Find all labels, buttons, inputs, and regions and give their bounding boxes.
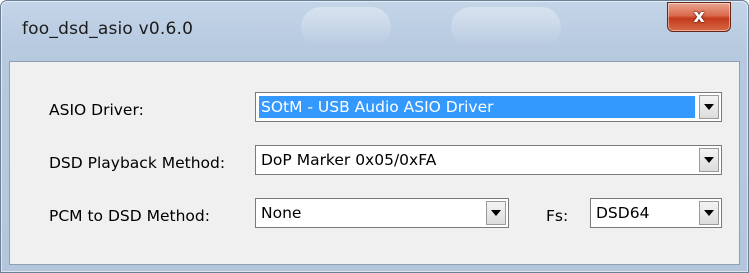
asio-driver-dropdown-button[interactable] xyxy=(699,95,719,119)
chevron-down-icon xyxy=(704,157,714,163)
close-icon: x xyxy=(693,6,705,27)
dsd-playback-method-select[interactable]: DoP Marker 0x05/0xFA xyxy=(255,145,722,175)
fs-dropdown-button[interactable] xyxy=(699,201,719,225)
pcm-to-dsd-method-label: PCM to DSD Method: xyxy=(49,207,210,225)
chevron-down-icon xyxy=(491,210,501,216)
dsd-playback-method-dropdown-button[interactable] xyxy=(699,148,719,172)
chevron-down-icon xyxy=(704,104,714,110)
dsd-playback-method-value: DoP Marker 0x05/0xFA xyxy=(261,151,437,169)
pcm-to-dsd-method-dropdown-button[interactable] xyxy=(486,201,506,225)
title-bar-glass xyxy=(301,7,391,47)
asio-driver-label: ASIO Driver: xyxy=(49,101,144,119)
title-bar-glass xyxy=(451,7,561,47)
asio-driver-select[interactable]: SOtM - USB Audio ASIO Driver xyxy=(255,92,722,122)
window-title: foo_dsd_asio v0.6.0 xyxy=(22,19,194,39)
dsd-playback-method-label: DSD Playback Method: xyxy=(49,154,226,172)
fs-label: Fs: xyxy=(546,207,569,225)
fs-select[interactable]: DSD64 xyxy=(590,198,722,228)
dialog-client-area: ASIO Driver: SOtM - USB Audio ASIO Drive… xyxy=(9,61,740,265)
asio-driver-value: SOtM - USB Audio ASIO Driver xyxy=(259,96,695,118)
dialog-window: foo_dsd_asio v0.6.0 x ASIO Driver: SOtM … xyxy=(0,0,749,273)
close-button[interactable]: x xyxy=(667,2,731,32)
fs-value: DSD64 xyxy=(596,204,650,222)
pcm-to-dsd-method-value: None xyxy=(261,204,302,222)
pcm-to-dsd-method-select[interactable]: None xyxy=(255,198,509,228)
chevron-down-icon xyxy=(704,210,714,216)
